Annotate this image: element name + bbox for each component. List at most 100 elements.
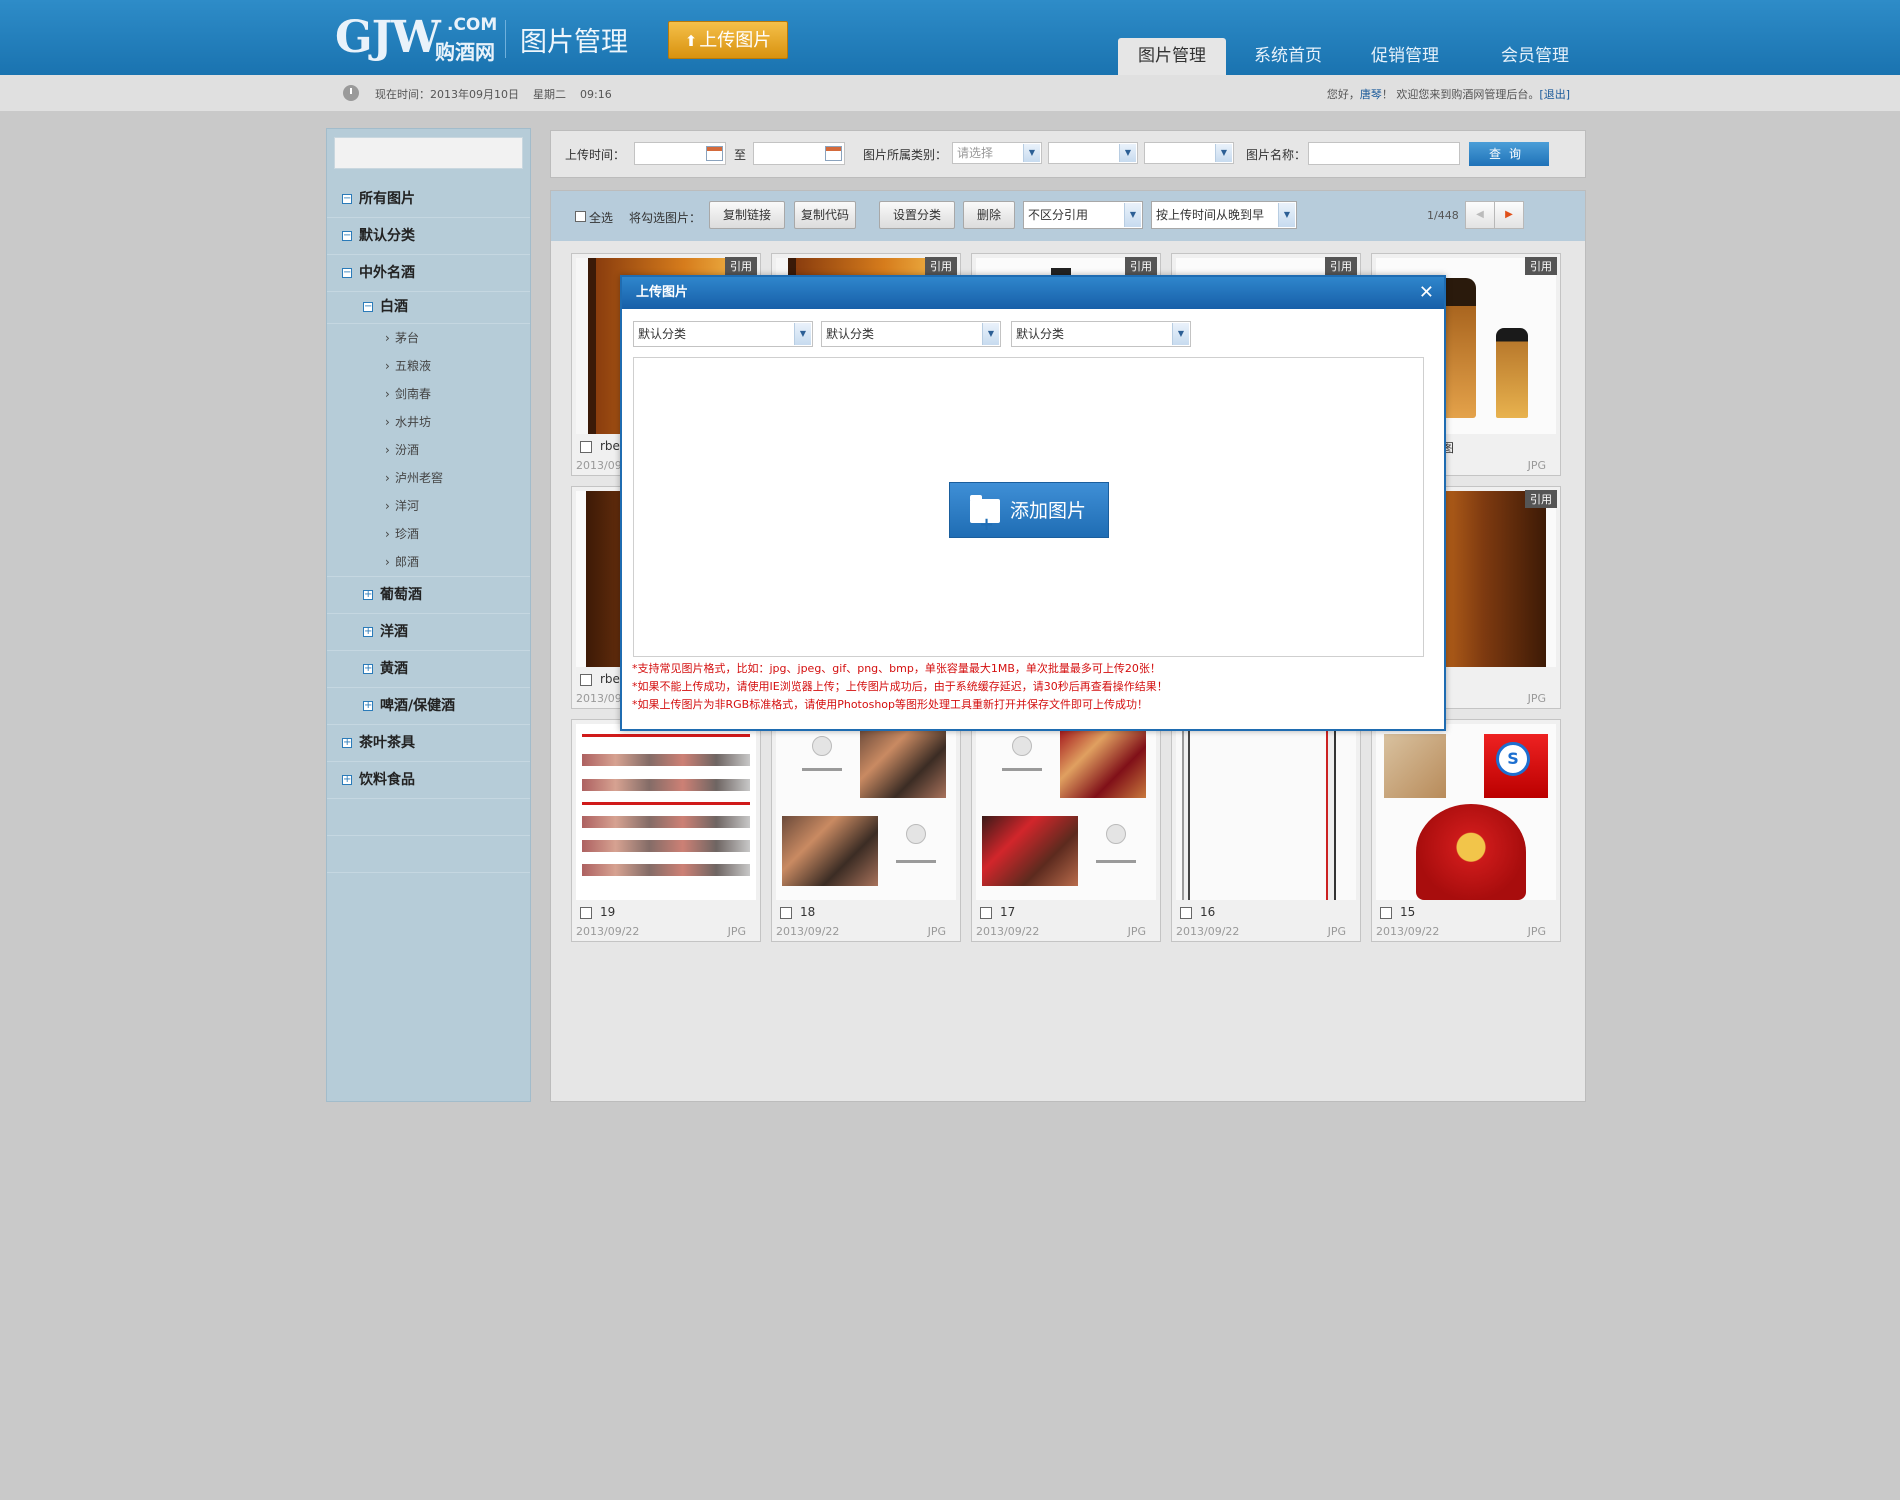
select-all-label[interactable]: 全选 xyxy=(589,209,613,226)
tree-node-yellow-wine[interactable]: + 黄酒 xyxy=(327,651,530,688)
quote-badge: 引用 xyxy=(1525,490,1557,508)
image-checkbox[interactable] xyxy=(780,907,792,919)
tree-node-label: 啤酒/保健酒 xyxy=(380,698,456,714)
site-logo[interactable]: GJW .COM 购酒网 xyxy=(335,12,497,64)
image-card[interactable]: 19 2013/09/22 JPG xyxy=(571,719,761,942)
image-card[interactable]: 18 2013/09/22 JPG xyxy=(771,719,961,942)
tree-node-baijiu[interactable]: − 白酒 xyxy=(327,292,530,324)
chevron-down-icon: ▼ xyxy=(1172,323,1189,345)
tree-leaf-label: 剑南春 xyxy=(395,387,432,401)
expand-icon[interactable]: + xyxy=(342,775,352,785)
image-card[interactable]: S 15 2013/09/22 JPG xyxy=(1371,719,1561,942)
upload-category-select-2[interactable]: 默认分类 ▼ xyxy=(821,321,1001,347)
image-checkbox[interactable] xyxy=(980,907,992,919)
image-name-input[interactable] xyxy=(1308,142,1460,165)
tree-node-famous-liquor[interactable]: − 中外名酒 xyxy=(327,255,530,292)
logout-link[interactable]: [退出] xyxy=(1539,88,1570,101)
tree-leaf-label: 洋河 xyxy=(395,499,420,513)
tree-leaf[interactable]: › 五粮液 xyxy=(327,352,530,380)
header-divider xyxy=(505,20,506,58)
info-bar: 现在时间：2013年09月10日 星期二 09:16 您好，唐琴！ 欢迎您来到购酒网… xyxy=(0,75,1900,112)
chevron-right-icon: › xyxy=(385,331,390,345)
close-icon[interactable]: ✕ xyxy=(1419,277,1434,309)
expand-icon[interactable]: + xyxy=(363,590,373,600)
collapse-icon[interactable]: − xyxy=(342,231,352,241)
copy-code-button[interactable]: 复制代码 xyxy=(794,201,856,229)
image-card[interactable]: 17 2013/09/22 JPG xyxy=(971,719,1161,942)
next-page-button[interactable]: ▶ xyxy=(1494,201,1524,229)
expand-icon[interactable]: + xyxy=(342,738,352,748)
collapse-icon[interactable]: − xyxy=(342,268,352,278)
select-value: 默认分类 xyxy=(638,327,687,341)
tree-leaf[interactable]: › 洋河 xyxy=(327,492,530,520)
collapse-icon[interactable]: − xyxy=(363,302,373,312)
image-checkbox[interactable] xyxy=(580,674,592,686)
tree-leaf[interactable]: › 汾酒 xyxy=(327,436,530,464)
expand-icon[interactable]: + xyxy=(363,701,373,711)
upload-category-select-1[interactable]: 默认分类 ▼ xyxy=(633,321,813,347)
end-date-input[interactable] xyxy=(753,142,845,165)
tree-leaf[interactable]: › 茅台 xyxy=(327,324,530,352)
tree-empty-row xyxy=(327,836,530,873)
tree-leaf[interactable]: › 水井坊 xyxy=(327,408,530,436)
tree-node-all[interactable]: − 所有图片 xyxy=(327,181,530,218)
tree-node-foreign-liquor[interactable]: + 洋酒 xyxy=(327,614,530,651)
image-thumbnail[interactable] xyxy=(576,724,756,900)
search-button[interactable]: 查询 xyxy=(1469,142,1549,166)
quote-badge: 引用 xyxy=(925,257,957,275)
image-thumbnail[interactable] xyxy=(776,724,956,900)
category-select-1[interactable]: 请选择 ▼ xyxy=(952,142,1042,164)
upload-category-select-3[interactable]: 默认分类 ▼ xyxy=(1011,321,1191,347)
tree-node-drinks-food[interactable]: + 饮料食品 xyxy=(327,762,530,799)
reference-filter-select[interactable]: 不区分引用 ▼ xyxy=(1023,201,1143,229)
image-checkbox[interactable] xyxy=(580,907,592,919)
username-link[interactable]: 唐琴 xyxy=(1360,88,1382,101)
category-select-3[interactable]: ▼ xyxy=(1144,142,1234,164)
image-thumbnail[interactable]: S xyxy=(1376,724,1556,900)
tree-node-tea[interactable]: + 茶叶茶具 xyxy=(327,725,530,762)
chevron-right-icon: › xyxy=(385,471,390,485)
copy-link-button[interactable]: 复制链接 xyxy=(709,201,785,229)
tree-node-wine[interactable]: + 葡萄酒 xyxy=(327,577,530,614)
expand-icon[interactable]: + xyxy=(363,664,373,674)
tree-node-default[interactable]: − 默认分类 xyxy=(327,218,530,255)
tree-leaf[interactable]: › 泸州老窖 xyxy=(327,464,530,492)
image-name: 18 xyxy=(800,905,816,919)
sidebar-search-input[interactable] xyxy=(334,137,523,169)
image-thumbnail[interactable] xyxy=(976,724,1156,900)
tree-leaf[interactable]: › 剑南春 xyxy=(327,380,530,408)
sort-select[interactable]: 按上传时间从晚到早 ▼ xyxy=(1151,201,1297,229)
prev-page-button[interactable]: ◀ xyxy=(1465,201,1495,229)
image-checkbox[interactable] xyxy=(1180,907,1192,919)
image-type: JPG xyxy=(1327,925,1346,938)
set-category-button[interactable]: 设置分类 xyxy=(879,201,955,229)
select-all-checkbox[interactable] xyxy=(575,211,586,222)
image-card[interactable]: 16 2013/09/22 JPG xyxy=(1171,719,1361,942)
image-name: rbe xyxy=(600,439,620,453)
start-date-input[interactable] xyxy=(634,142,726,165)
upload-image-button[interactable]: ⬆ 上传图片 xyxy=(668,21,788,59)
chevron-right-icon: › xyxy=(385,443,390,457)
tree-node-beer[interactable]: + 啤酒/保健酒 xyxy=(327,688,530,725)
category-select-2[interactable]: ▼ xyxy=(1048,142,1138,164)
image-checkbox[interactable] xyxy=(1380,907,1392,919)
tree-node-label: 茶叶茶具 xyxy=(359,735,415,751)
nav-tab-home[interactable]: 系统首页 xyxy=(1238,38,1338,75)
nav-tab-promotion[interactable]: 促销管理 xyxy=(1355,38,1455,75)
image-thumbnail[interactable] xyxy=(1176,724,1356,900)
expand-icon[interactable]: + xyxy=(363,627,373,637)
delete-button[interactable]: 删除 xyxy=(963,201,1015,229)
upload-drop-area[interactable]: + 添加图片 xyxy=(633,357,1424,657)
collapse-icon[interactable]: − xyxy=(342,194,352,204)
add-image-button[interactable]: + 添加图片 xyxy=(949,482,1109,538)
tree-leaf[interactable]: › 珍酒 xyxy=(327,520,530,548)
nav-tab-members[interactable]: 会员管理 xyxy=(1485,38,1585,75)
nav-tab-image-management[interactable]: 图片管理 xyxy=(1118,38,1226,75)
calendar-icon[interactable] xyxy=(825,146,842,161)
image-type: JPG xyxy=(927,925,946,938)
upload-label: 上传图片 xyxy=(699,30,772,51)
image-checkbox[interactable] xyxy=(580,441,592,453)
calendar-icon[interactable] xyxy=(706,146,723,161)
image-type: JPG xyxy=(1527,925,1546,938)
tree-leaf[interactable]: › 郎酒 xyxy=(327,548,530,577)
